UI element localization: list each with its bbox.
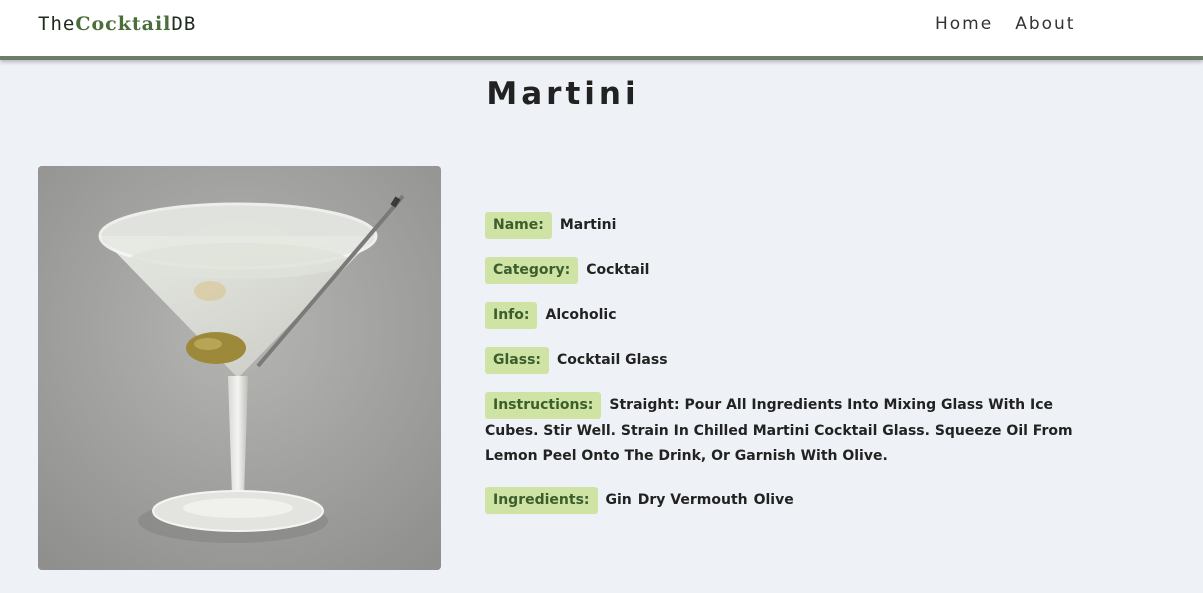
detail-row-ingredients: Ingredients: Gin Dry Vermouth Olive bbox=[485, 487, 1095, 514]
drink-details: Name: Martini Category: Cocktail Info: Alco… bbox=[485, 212, 1095, 532]
info-label: Info: bbox=[485, 302, 538, 329]
ingredients-label: Ingredients: bbox=[485, 487, 598, 514]
page-title: Martini bbox=[486, 76, 640, 112]
detail-row-instructions: Instructions: Straight: Pour All Ingredie… bbox=[485, 392, 1095, 469]
info-value: Alcoholic bbox=[545, 307, 617, 323]
site-logo[interactable]: TheCocktailDB bbox=[38, 13, 196, 35]
ingredient-item: Olive bbox=[753, 492, 794, 508]
detail-row-info: Info: Alcoholic bbox=[485, 302, 1095, 329]
ingredient-item: Gin bbox=[605, 492, 632, 508]
logo-suffix: DB bbox=[171, 13, 197, 35]
name-label: Name: bbox=[485, 212, 552, 239]
logo-brand: Cocktail bbox=[75, 13, 172, 35]
category-value: Cocktail bbox=[586, 262, 650, 278]
detail-row-name: Name: Martini bbox=[485, 212, 1095, 239]
nav-link-home[interactable]: Home bbox=[935, 14, 993, 34]
nav-links: Home About bbox=[935, 14, 1075, 34]
ingredient-item: Dry Vermouth bbox=[637, 492, 748, 508]
navbar: TheCocktailDB Home About bbox=[0, 0, 1203, 60]
detail-row-category: Category: Cocktail bbox=[485, 257, 1095, 284]
drink-image bbox=[38, 166, 441, 570]
glass-value: Cocktail Glass bbox=[557, 352, 668, 368]
category-label: Category: bbox=[485, 257, 579, 284]
logo-prefix: The bbox=[38, 13, 76, 35]
glass-label: Glass: bbox=[485, 347, 550, 374]
instructions-label: Instructions: bbox=[485, 392, 602, 419]
detail-row-glass: Glass: Cocktail Glass bbox=[485, 347, 1095, 374]
name-value: Martini bbox=[559, 217, 617, 233]
nav-link-about[interactable]: About bbox=[1015, 14, 1075, 34]
martini-glass-photo-icon bbox=[38, 166, 441, 570]
